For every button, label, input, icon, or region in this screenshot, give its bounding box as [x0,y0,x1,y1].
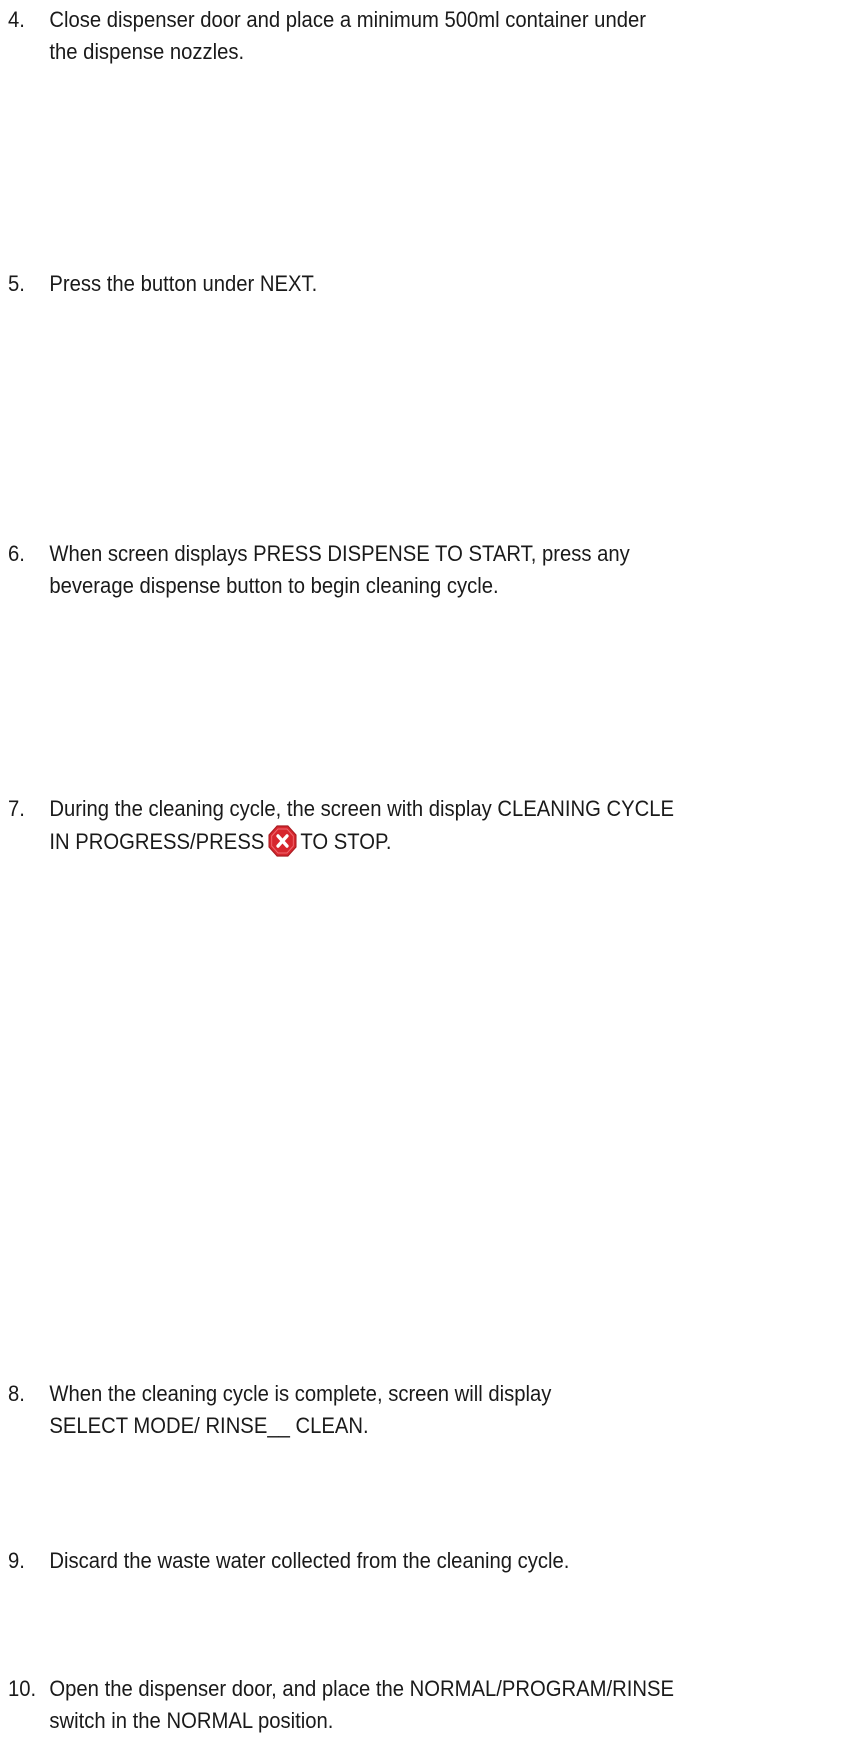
step-text-line2: SELECT MODE/ RINSE__ CLEAN. [49,1412,369,1438]
step-6: 6. When screen displays PRESS DISPENSE TO… [8,538,757,602]
step-number: 6. [8,541,25,566]
step-number: 5. [8,271,25,296]
step-number: 10. [8,1676,37,1701]
step-text-line2: beverage dispense button to begin cleani… [49,572,499,598]
step-text-line2: IN PROGRESS/PRESS TO STOP. [8,825,757,858]
step-number: 9. [8,1548,25,1573]
step-text-line1: Open the dispenser door, and place the N… [49,1676,675,1701]
step-5: 5. Press the button under NEXT. [8,268,757,300]
stop-x-octagon-icon [268,825,297,857]
step-text-before-icon: IN PROGRESS/PRESS [49,828,265,854]
step-number: 4. [8,7,25,32]
step-7: 7. During the cleaning cycle, the screen … [8,793,757,858]
step-text-line1: Discard the waste water collected from t… [49,1548,570,1573]
step-text-line1: When screen displays PRESS DISPENSE TO S… [49,541,630,566]
step-text-line1: Press the button under NEXT. [49,271,318,296]
step-4: 4. Close dispenser door and place a minim… [8,4,757,68]
step-text-after-icon: TO STOP. [300,828,392,854]
step-10: 10. Open the dispenser door, and place th… [8,1673,757,1737]
step-9: 9. Discard the waste water collected from… [8,1545,757,1577]
step-text-line1: During the cleaning cycle, the screen wi… [49,796,675,821]
step-text-line2: the dispense nozzles. [49,38,245,64]
step-text-line2: switch in the NORMAL position. [49,1707,334,1733]
step-8: 8. When the cleaning cycle is complete, s… [8,1378,757,1442]
step-number: 8. [8,1381,25,1406]
step-text-line1: Close dispenser door and place a minimum… [49,7,646,32]
step-number: 7. [8,796,25,821]
step-text-line1: When the cleaning cycle is complete, scr… [49,1381,552,1406]
